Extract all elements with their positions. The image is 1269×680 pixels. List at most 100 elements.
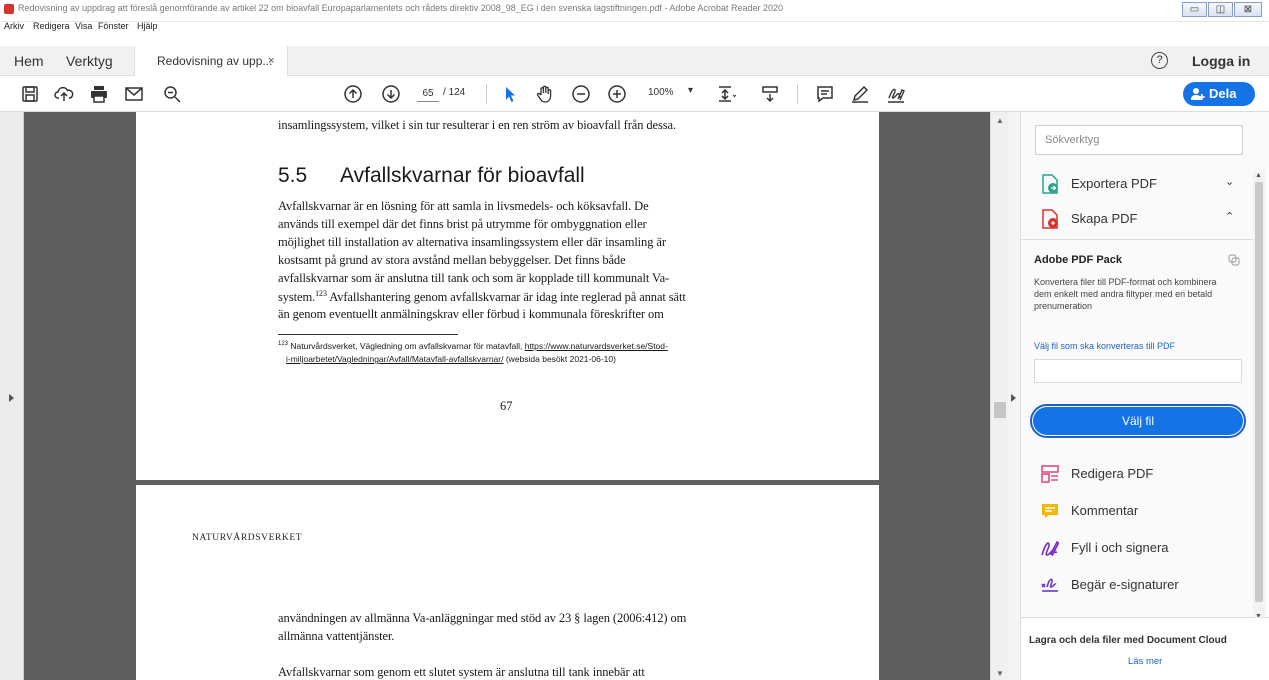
pdf-pack-icon [1228, 254, 1240, 266]
tab-document[interactable]: Redovisning av upp... × [134, 46, 288, 76]
tools-search-input[interactable]: Sökverktyg [1035, 125, 1243, 155]
scroll-mode-icon[interactable] [760, 84, 780, 104]
page-number-input[interactable]: 65 [417, 86, 439, 102]
selected-file-field[interactable] [1034, 359, 1242, 383]
pdf-pack-title: Adobe PDF Pack [1034, 254, 1123, 266]
tools-pane-scrollbar[interactable]: ▲ ▼ [1253, 172, 1265, 620]
scroll-thumb[interactable] [1255, 182, 1263, 602]
choose-file-button[interactable]: Välj fil [1030, 404, 1246, 438]
fill-sign-icon [1041, 540, 1059, 557]
fit-page-icon[interactable] [716, 84, 737, 104]
login-link[interactable]: Logga in [1192, 53, 1250, 69]
maximize-button[interactable]: ◫ [1208, 2, 1233, 17]
body-text-line: kostsamt på grund av stora avstånd mella… [278, 253, 626, 267]
select-arrow-icon[interactable] [500, 84, 520, 104]
edit-pdf-icon [1041, 465, 1059, 483]
upload-icon[interactable] [54, 84, 74, 104]
prev-page-icon[interactable] [343, 84, 363, 104]
body-text-line: används till exempel där det finns brist… [278, 217, 647, 231]
window-titlebar: Redovisning av uppdrag att föreslå genom… [0, 0, 1269, 22]
toolbar-divider [797, 84, 798, 104]
scroll-thumb[interactable] [994, 402, 1006, 418]
export-pdf-icon [1042, 174, 1058, 194]
pen-icon[interactable] [850, 84, 870, 104]
create-pdf-label: Skapa PDF [1071, 211, 1138, 226]
close-tab-icon[interactable]: × [268, 46, 274, 76]
edit-pdf-label: Redigera PDF [1071, 466, 1154, 481]
body-text-line: än genom eventuellt anmälningskrav eller… [278, 307, 664, 321]
scroll-up-icon[interactable]: ▲ [1255, 172, 1262, 179]
zoom-dropdown-icon[interactable]: ▾ [688, 85, 693, 96]
tab-document-label: Redovisning av upp... [157, 54, 273, 68]
comment-icon[interactable] [815, 84, 835, 104]
menu-redigera[interactable]: Redigera [33, 21, 70, 31]
print-icon[interactable] [89, 84, 109, 104]
tab-home[interactable]: Hem [14, 46, 44, 76]
save-icon[interactable] [20, 84, 40, 104]
footnote-divider [278, 334, 458, 335]
navigation-pane-toggle[interactable] [0, 112, 24, 680]
next-page-icon[interactable] [381, 84, 401, 104]
fill-sign-item[interactable]: Fyll i och signera [1035, 535, 1247, 561]
section-number: 5.5 [278, 164, 308, 187]
page-total: / 124 [443, 87, 466, 98]
zoom-out-icon[interactable] [571, 84, 591, 104]
scroll-down-icon[interactable]: ▼ [996, 669, 1004, 678]
document-scrollbar[interactable]: ▲ ▼ [990, 112, 1008, 680]
esign-icon [1041, 578, 1058, 592]
footnote-link[interactable]: https://www.naturvardsverket.se/Stod- [525, 341, 668, 351]
minimize-button[interactable]: ▭ [1182, 2, 1207, 17]
footnote-line: 123 Naturvårdsverket, Vägledning om avfa… [278, 341, 668, 351]
chevron-up-icon[interactable]: ⌃ [1225, 210, 1234, 223]
comment-item[interactable]: Kommentar [1035, 498, 1247, 524]
right-pane-collapse-toggle[interactable] [1008, 112, 1020, 680]
tools-pane: Sökverktyg Exportera PDF ⌄ Skapa PDF ⌃ A… [1020, 112, 1269, 680]
body-text: system. [278, 290, 316, 305]
pane-divider [1021, 239, 1253, 240]
request-esign-item[interactable]: Begär e-signaturer [1035, 572, 1247, 598]
menu-hjalp[interactable]: Hjälp [137, 21, 158, 31]
section-heading: 5.5 Avfallskvarnar för bioavfall [278, 164, 585, 188]
pdf-page-68: NATURVÅRDSVERKET användningen av allmänn… [136, 485, 879, 680]
email-icon[interactable] [124, 84, 144, 104]
menu-arkiv[interactable]: Arkiv [4, 21, 24, 31]
share-button[interactable]: Dela [1183, 82, 1255, 106]
select-file-label: Välj fil som ska konverteras till PDF [1034, 341, 1176, 351]
menu-fonster[interactable]: Fönster [98, 21, 129, 31]
footnote-text: (websida besökt 2021-06-10) [503, 354, 616, 364]
zoom-level-select[interactable]: 100% [648, 87, 674, 98]
close-window-button[interactable]: ⊠ [1234, 2, 1262, 17]
menu-visa[interactable]: Visa [75, 21, 92, 31]
footnote-reference[interactable]: 123 [315, 289, 327, 298]
tab-tools[interactable]: Verktyg [66, 46, 113, 76]
body-text-line: Avfallskvarnar är en lösning för att sam… [278, 199, 649, 213]
toolbar-divider [486, 84, 487, 104]
menu-bar: Arkiv Redigera Visa Fönster Hjälp [0, 20, 600, 34]
acrobat-app-icon [4, 4, 14, 14]
chevron-down-icon[interactable]: ⌄ [1225, 175, 1234, 188]
main-toolbar: 65 / 124 100% ▾ Dela [0, 76, 1269, 112]
footnote-number: 123 [278, 341, 289, 348]
fill-sign-label: Fyll i och signera [1071, 540, 1169, 555]
read-more-link[interactable]: Läs mer [1128, 656, 1162, 667]
page-number: 67 [500, 399, 513, 413]
zoom-search-icon[interactable] [162, 84, 182, 104]
export-pdf-label: Exportera PDF [1071, 176, 1157, 191]
help-icon[interactable]: ? [1151, 52, 1168, 69]
sign-icon[interactable] [886, 84, 906, 104]
tab-bar: Hem Verktyg Redovisning av upp... × ? Lo… [0, 46, 1269, 76]
scroll-up-icon[interactable]: ▲ [996, 116, 1004, 125]
footnote-link[interactable]: i-miljoarbetet/Vagledningar/Avfall/Matav… [286, 354, 503, 364]
hand-icon[interactable] [535, 84, 555, 104]
share-label: Dela [1209, 86, 1237, 101]
body-text: Avfallshantering genom avfallskvarnar är… [326, 290, 686, 305]
body-text-line: allmänna vattentjänster. [278, 629, 395, 643]
create-pdf-item[interactable]: Skapa PDF ⌃ [1035, 206, 1247, 232]
expand-arrow-icon [9, 394, 14, 402]
export-pdf-item[interactable]: Exportera PDF ⌄ [1035, 171, 1247, 197]
pdf-page-67: insamlingssystem, vilket i sin tur resul… [136, 112, 879, 480]
zoom-in-icon[interactable] [607, 84, 627, 104]
body-text-line: Avfallskvarnar som genom ett slutet syst… [278, 665, 645, 679]
document-cloud-title: Lagra och dela filer med Document Cloud [1029, 635, 1227, 646]
edit-pdf-item[interactable]: Redigera PDF [1035, 461, 1247, 487]
